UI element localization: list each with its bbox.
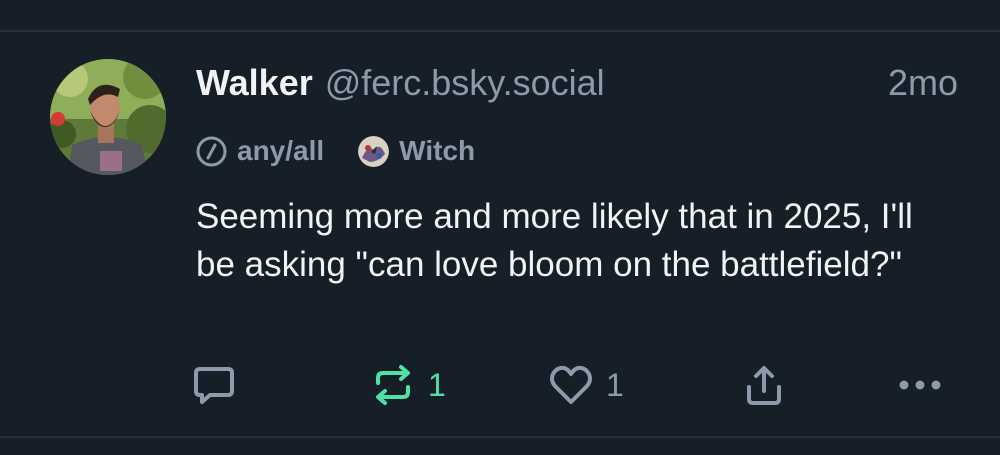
repost-button[interactable]: 1 (370, 360, 446, 410)
share-icon (747, 366, 781, 405)
avatar-image (50, 59, 166, 175)
share-button[interactable] (744, 360, 784, 410)
label-any-all-text: any/all (237, 135, 325, 166)
reply-bubble-icon (194, 367, 234, 404)
post-body-text: Seeming more and more likely that in 202… (196, 197, 913, 284)
bottom-divider (0, 436, 1000, 438)
repost-icon (376, 365, 410, 405)
author-handle[interactable]: @ferc.bsky.social (325, 62, 605, 104)
more-dots-icon (899, 380, 941, 390)
like-button[interactable]: 1 (548, 360, 624, 410)
like-count: 1 (606, 366, 624, 403)
label-witch-text: Witch (399, 135, 476, 166)
post-actions: 1 1 (0, 360, 1000, 410)
avatar[interactable] (50, 59, 166, 175)
top-divider (0, 30, 1000, 32)
heart-icon (550, 365, 592, 404)
more-options-button[interactable] (898, 360, 942, 410)
label-witch[interactable]: Witch (358, 135, 475, 167)
post-timestamp[interactable]: 2mo (888, 58, 958, 108)
reply-button[interactable] (192, 360, 248, 410)
witch-labeler-avatar (358, 135, 390, 167)
content-labels: any/all Witch (196, 132, 475, 170)
repost-count: 1 (428, 366, 446, 403)
label-any-all[interactable]: any/all (196, 135, 324, 167)
author-display-name[interactable]: Walker (196, 62, 313, 104)
post-header: Walker @ferc.bsky.social (196, 58, 605, 108)
slash-circle-icon (196, 136, 227, 167)
